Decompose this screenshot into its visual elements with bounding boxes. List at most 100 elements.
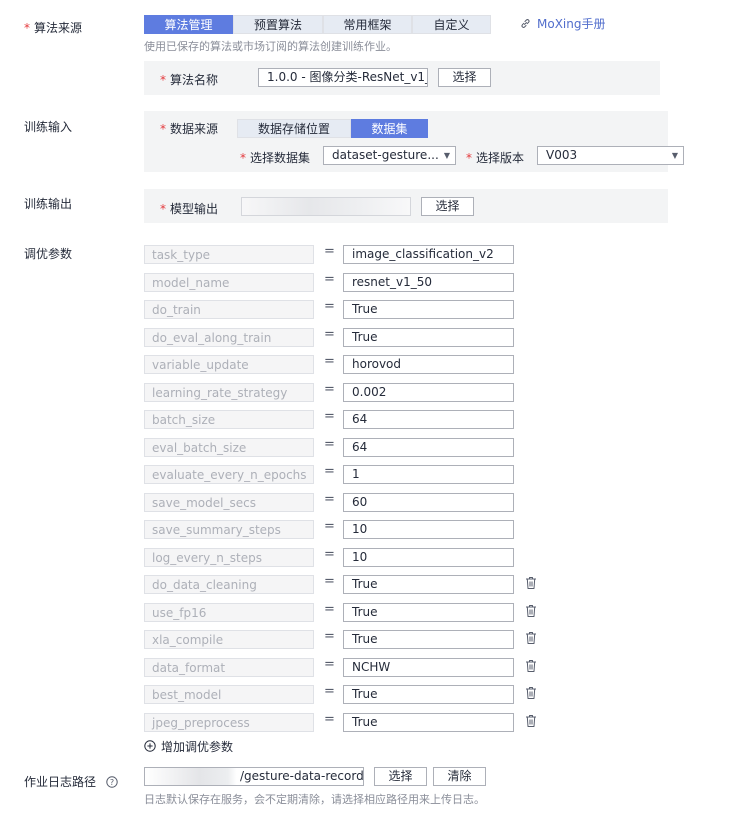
version-select[interactable]: V003 ▼ — [537, 146, 684, 165]
param-value-field[interactable]: 64 — [343, 410, 514, 429]
param-key-field[interactable]: use_fp16 — [144, 603, 314, 622]
dataset-select-value: dataset-gesture... — [332, 148, 439, 162]
chevron-down-icon: ▼ — [443, 151, 450, 160]
param-key-field[interactable]: jpeg_preprocess — [144, 713, 314, 732]
param-value-field[interactable]: 64 — [343, 438, 514, 457]
tab-data-storage-location[interactable]: 数据存储位置 — [237, 119, 351, 138]
param-key-field[interactable]: best_model — [144, 685, 314, 704]
trash-icon[interactable] — [525, 659, 537, 673]
param-value-field[interactable]: 0.002 — [343, 383, 514, 402]
version-select-value: V003 — [546, 148, 578, 162]
param-key-field[interactable]: do_train — [144, 300, 314, 319]
log-path-value: /gesture-data-record/ — [240, 769, 364, 783]
param-value-field[interactable]: 60 — [343, 493, 514, 512]
param-value-field[interactable]: True — [343, 713, 514, 732]
dataset-select[interactable]: dataset-gesture... ▼ — [323, 146, 456, 165]
param-equals-sign: = — [324, 492, 335, 507]
param-value-field[interactable]: image_classification_v2 — [343, 245, 514, 264]
model-output-path-field[interactable] — [241, 197, 411, 216]
param-key-field[interactable]: do_data_cleaning — [144, 575, 314, 594]
trash-icon[interactable] — [525, 604, 537, 618]
clear-log-path-button[interactable]: 清除 — [433, 767, 486, 786]
param-equals-sign: = — [324, 244, 335, 259]
trash-icon[interactable] — [525, 714, 537, 728]
param-equals-sign: = — [324, 437, 335, 452]
select-algorithm-button[interactable]: 选择 — [438, 68, 491, 87]
param-key-field[interactable]: eval_batch_size — [144, 438, 314, 457]
param-value-field[interactable]: True — [343, 603, 514, 622]
param-equals-sign: = — [324, 382, 335, 397]
hyperparams-label: 调优参数 — [24, 247, 73, 261]
tab-algorithm-management[interactable]: 算法管理 — [144, 15, 233, 34]
param-key-field[interactable]: xla_compile — [144, 630, 314, 649]
data-source-label: * 数据来源 — [160, 122, 219, 136]
param-equals-sign: = — [324, 574, 335, 589]
param-equals-sign: = — [324, 299, 335, 314]
param-key-field[interactable]: variable_update — [144, 355, 314, 374]
param-value-field[interactable]: 1 — [343, 465, 514, 484]
log-path-field[interactable]: /gesture-data-record/ — [144, 767, 364, 786]
algorithm-name-field[interactable]: 1.0.0 - 图像分类-ResNet_v1_5 — [258, 68, 428, 87]
model-output-label: * 模型输出 — [160, 202, 219, 216]
select-dataset-label: * 选择数据集 — [240, 151, 311, 165]
param-equals-sign: = — [324, 602, 335, 617]
param-equals-sign: = — [324, 629, 335, 644]
param-equals-sign: = — [324, 657, 335, 672]
param-equals-sign: = — [324, 712, 335, 727]
param-value-field[interactable]: resnet_v1_50 — [343, 273, 514, 292]
algorithm-name-label: * 算法名称 — [160, 73, 219, 87]
param-equals-sign: = — [324, 547, 335, 562]
param-key-field[interactable]: save_model_secs — [144, 493, 314, 512]
tab-dataset[interactable]: 数据集 — [351, 119, 428, 138]
trash-icon[interactable] — [525, 686, 537, 700]
param-key-field[interactable]: learning_rate_strategy — [144, 383, 314, 402]
select-model-output-button[interactable]: 选择 — [421, 197, 474, 216]
param-key-field[interactable]: batch_size — [144, 410, 314, 429]
tab-preset-algorithm[interactable]: 预置算法 — [233, 15, 323, 34]
link-icon — [521, 19, 530, 28]
param-key-field[interactable]: log_every_n_steps — [144, 548, 314, 567]
algorithm-source-label: * 算法来源 — [24, 21, 83, 35]
param-equals-sign: = — [324, 354, 335, 369]
training-input-label: 训练输入 — [24, 120, 73, 134]
param-value-field[interactable]: horovod — [343, 355, 514, 374]
param-equals-sign: = — [324, 464, 335, 479]
svg-text:?: ? — [110, 778, 114, 787]
param-key-field[interactable]: data_format — [144, 658, 314, 677]
param-equals-sign: = — [324, 519, 335, 534]
training-output-label: 训练输出 — [24, 197, 73, 211]
param-equals-sign: = — [324, 409, 335, 424]
log-path-label: 作业日志路径 ? — [24, 773, 118, 790]
tab-common-framework[interactable]: 常用框架 — [323, 15, 412, 34]
param-equals-sign: = — [324, 272, 335, 287]
param-key-field[interactable]: save_summary_steps — [144, 520, 314, 539]
moxing-manual-text: MoXing手册 — [537, 17, 606, 31]
trash-icon[interactable] — [525, 631, 537, 645]
param-value-field[interactable]: True — [343, 685, 514, 704]
param-equals-sign: = — [324, 327, 335, 342]
log-path-hint: 日志默认保存在服务，会不定期清除，请选择相应路径用来上传日志。 — [144, 793, 485, 806]
chevron-down-icon: ▼ — [671, 151, 678, 160]
algorithm-source-hint: 使用已保存的算法或市场订阅的算法创建训练作业。 — [144, 40, 397, 53]
tab-custom[interactable]: 自定义 — [412, 15, 491, 34]
param-value-field[interactable]: 10 — [343, 548, 514, 567]
param-equals-sign: = — [324, 684, 335, 699]
param-value-field[interactable]: NCHW — [343, 658, 514, 677]
select-version-label: * 选择版本 — [466, 151, 525, 165]
param-value-field[interactable]: True — [343, 630, 514, 649]
param-key-field[interactable]: model_name — [144, 273, 314, 292]
param-key-field[interactable]: do_eval_along_train — [144, 328, 314, 347]
param-key-field[interactable]: task_type — [144, 245, 314, 264]
select-log-path-button[interactable]: 选择 — [374, 767, 427, 786]
moxing-manual-link[interactable]: MoXing手册 — [520, 15, 605, 34]
help-icon[interactable]: ? — [106, 776, 118, 788]
param-value-field[interactable]: True — [343, 328, 514, 347]
add-hyperparam-button[interactable]: 增加调优参数 — [144, 738, 233, 755]
param-value-field[interactable]: True — [343, 300, 514, 319]
add-hyperparam-label: 增加调优参数 — [161, 740, 234, 754]
plus-circle-icon — [144, 740, 156, 752]
trash-icon[interactable] — [525, 576, 537, 590]
param-value-field[interactable]: 10 — [343, 520, 514, 539]
param-key-field[interactable]: evaluate_every_n_epochs — [144, 465, 314, 484]
param-value-field[interactable]: True — [343, 575, 514, 594]
